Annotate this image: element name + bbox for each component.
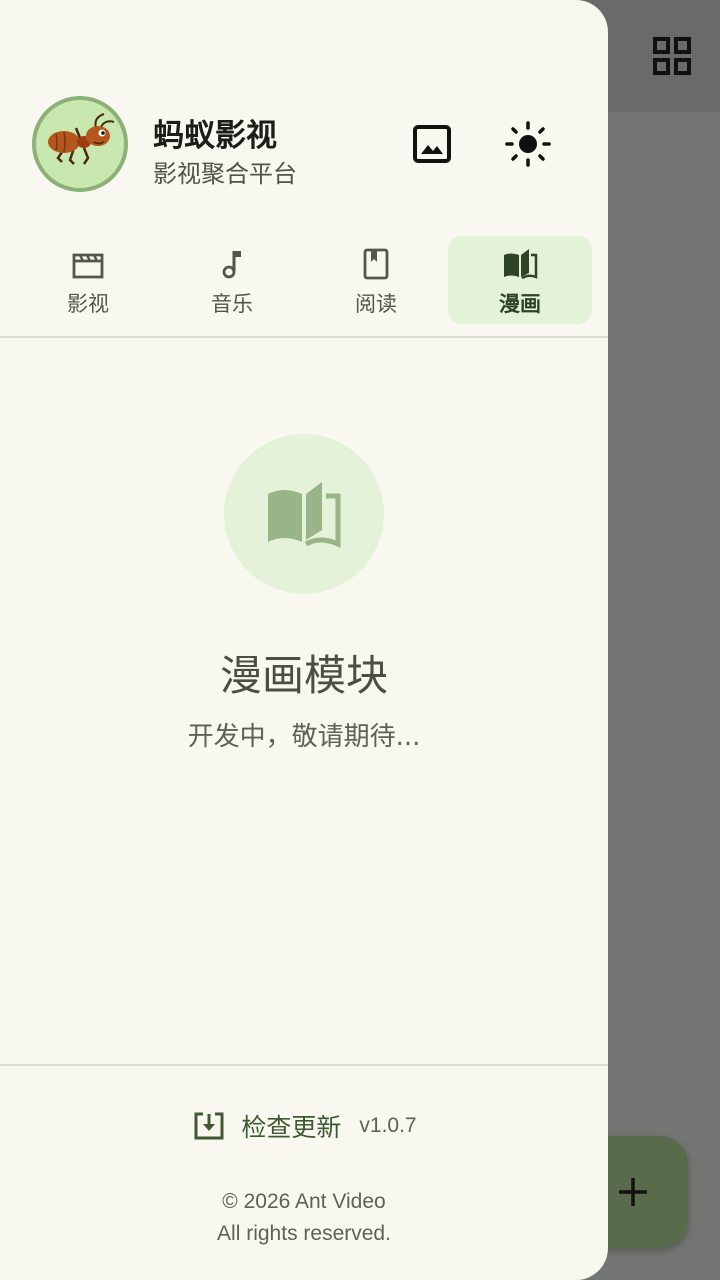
- movie-clapper-icon: [72, 253, 104, 279]
- copyright: © 2026 Ant Video All rights reserved.: [0, 1186, 608, 1250]
- wallpaper-button[interactable]: [404, 116, 460, 172]
- tabs-divider: [0, 336, 608, 338]
- tab-label: 音乐: [211, 292, 253, 316]
- copyright-line: © 2026 Ant Video: [222, 1190, 386, 1213]
- empty-state-illustration: [224, 434, 384, 594]
- app-title: 蚂蚁影视: [153, 118, 277, 154]
- download-icon: [194, 1112, 224, 1140]
- navigation-drawer: 蚂蚁影视 影视聚合平台 影视 音乐 阅读 漫画 漫画模块 开发中，敬请期待...…: [0, 0, 608, 1280]
- tab-label: 影视: [67, 292, 109, 316]
- version-label: v1.0.7: [359, 1114, 417, 1137]
- footer-divider: [0, 1064, 608, 1066]
- tab-label: 阅读: [355, 292, 397, 316]
- app-subtitle: 影视聚合平台: [153, 160, 297, 188]
- empty-state-subtitle: 开发中，敬请期待...: [187, 722, 421, 752]
- app-avatar: [32, 96, 128, 192]
- tab-movies[interactable]: 影视: [16, 236, 160, 324]
- open-book-icon: [268, 482, 341, 548]
- tab-comics[interactable]: 漫画: [448, 236, 592, 324]
- copyright-line: All rights reserved.: [217, 1222, 391, 1245]
- grid-view-icon: [653, 37, 691, 75]
- book-icon: [363, 248, 389, 280]
- sun-icon: [505, 121, 551, 167]
- tab-reading[interactable]: 阅读: [304, 236, 448, 324]
- tab-label: 漫画: [499, 292, 541, 316]
- grid-view-button[interactable]: [648, 32, 696, 80]
- update-row: 检查更新 v1.0.7: [0, 1104, 608, 1148]
- theme-toggle-button[interactable]: [500, 116, 556, 172]
- check-update-button[interactable]: 检查更新: [191, 1104, 341, 1148]
- image-icon: [413, 125, 451, 163]
- empty-state-title: 漫画模块: [219, 651, 388, 700]
- plus-icon: [619, 1178, 647, 1206]
- module-tabs: 影视 音乐 阅读 漫画: [16, 236, 592, 324]
- tab-music[interactable]: 音乐: [160, 236, 304, 324]
- open-book-icon: [504, 249, 538, 280]
- check-update-label: 检查更新: [241, 1113, 342, 1142]
- ant-logo: [48, 113, 115, 165]
- music-note-icon: [222, 251, 241, 279]
